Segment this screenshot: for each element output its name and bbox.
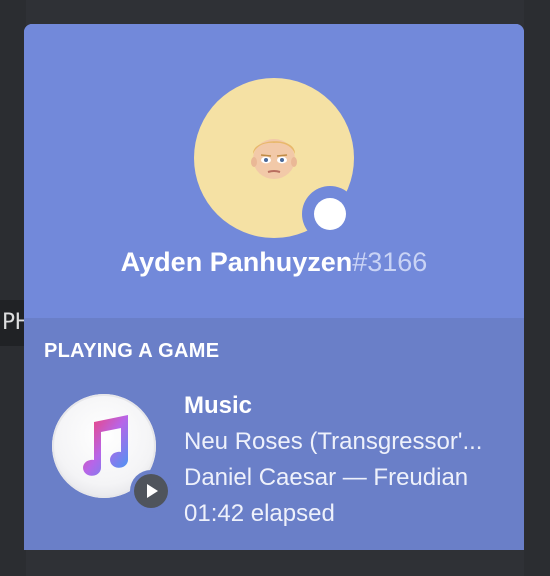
profile-header: Ayden Panhuyzen#3166 xyxy=(24,24,524,318)
activity-app-name: Music xyxy=(184,392,253,419)
activity-state-line: Daniel Caesar — Freudian xyxy=(184,464,469,491)
discriminator: #3166 xyxy=(352,247,428,277)
activity-elapsed: 01:42 elapsed xyxy=(184,500,335,527)
activity-details: Music Neu Roses (Transgressor'... Daniel… xyxy=(184,388,514,532)
play-icon xyxy=(147,484,158,498)
activity-details-line: Neu Roses (Transgressor'... xyxy=(184,428,483,455)
background-right xyxy=(524,0,550,576)
profile-name: Ayden Panhuyzen#3166 xyxy=(24,244,524,280)
activity-header: PLAYING A GAME xyxy=(44,340,220,362)
memoji-face-icon xyxy=(251,139,297,179)
status-dot-icon xyxy=(314,198,346,230)
status-indicator xyxy=(302,186,358,242)
activity-section: PLAYING A GAME Music Neu Roses (Transgre… xyxy=(24,318,524,550)
avatar[interactable] xyxy=(194,78,358,242)
play-badge xyxy=(130,470,172,512)
username: Ayden Panhuyzen xyxy=(120,247,353,277)
background-left xyxy=(0,0,26,576)
user-profile-popout: Ayden Panhuyzen#3166 PLAYING A GAME Musi… xyxy=(24,24,524,550)
